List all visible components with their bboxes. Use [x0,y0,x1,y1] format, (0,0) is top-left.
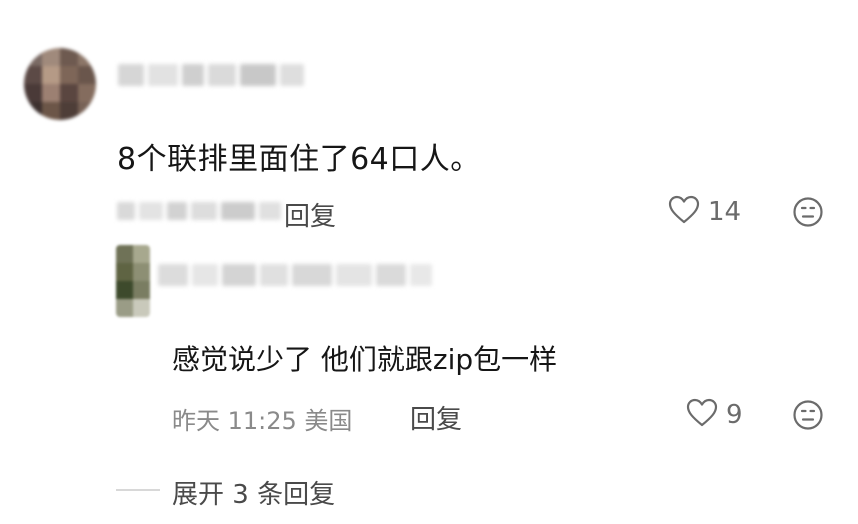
avatar-pixel [24,48,42,66]
heart-icon [668,195,700,229]
dislike-face-icon[interactable] [792,196,824,232]
commenter-avatar[interactable] [24,48,96,120]
heart-icon [686,398,718,432]
avatar-pixel [60,66,78,84]
avatar-pixel [78,66,96,84]
avatar-pixel [116,245,133,263]
avatar-pixel [133,281,150,299]
comment-like-count: 14 [708,197,742,227]
avatar-pixel [116,299,133,317]
dislike-face-icon[interactable] [792,399,824,435]
comment-reply-button[interactable]: 回复 [284,196,336,233]
avatar-pixel [133,299,150,317]
reply-reply-button[interactable]: 回复 [410,399,462,436]
avatar-pixel [42,84,60,102]
avatar-pixel [24,102,42,120]
replier-username[interactable] [158,264,432,286]
avatar-pixel [116,263,133,281]
expand-replies-button[interactable]: 展开 3 条回复 [172,474,335,511]
avatar-pixel [116,281,133,299]
avatar-pixel [133,263,150,281]
avatar-pixel [24,66,42,84]
avatar-pixel [60,102,78,120]
avatar-pixel [24,84,42,102]
comment-text: 8个联排里面住了64口人。 [117,142,481,177]
avatar-pixel [42,102,60,120]
avatar-pixel [42,48,60,66]
reply-meta: 昨天 11:25 美国 [172,407,353,435]
avatar-pixel [60,84,78,102]
avatar-pixel [78,84,96,102]
avatar-pixel [60,48,78,66]
avatar-pixel [78,102,96,120]
reply-like-count: 9 [726,400,743,430]
replier-avatar[interactable] [116,245,150,317]
avatar-pixel [133,245,150,263]
reply-like-button[interactable]: 9 [686,398,743,432]
comment-meta-blurred [117,202,281,220]
avatar-pixel [42,66,60,84]
avatar-pixel [78,48,96,66]
comment-like-button[interactable]: 14 [668,195,741,229]
reply-text: 感觉说少了 他们就跟zip包一样 [172,343,558,376]
commenter-username[interactable] [118,64,304,86]
expand-divider [116,489,160,491]
